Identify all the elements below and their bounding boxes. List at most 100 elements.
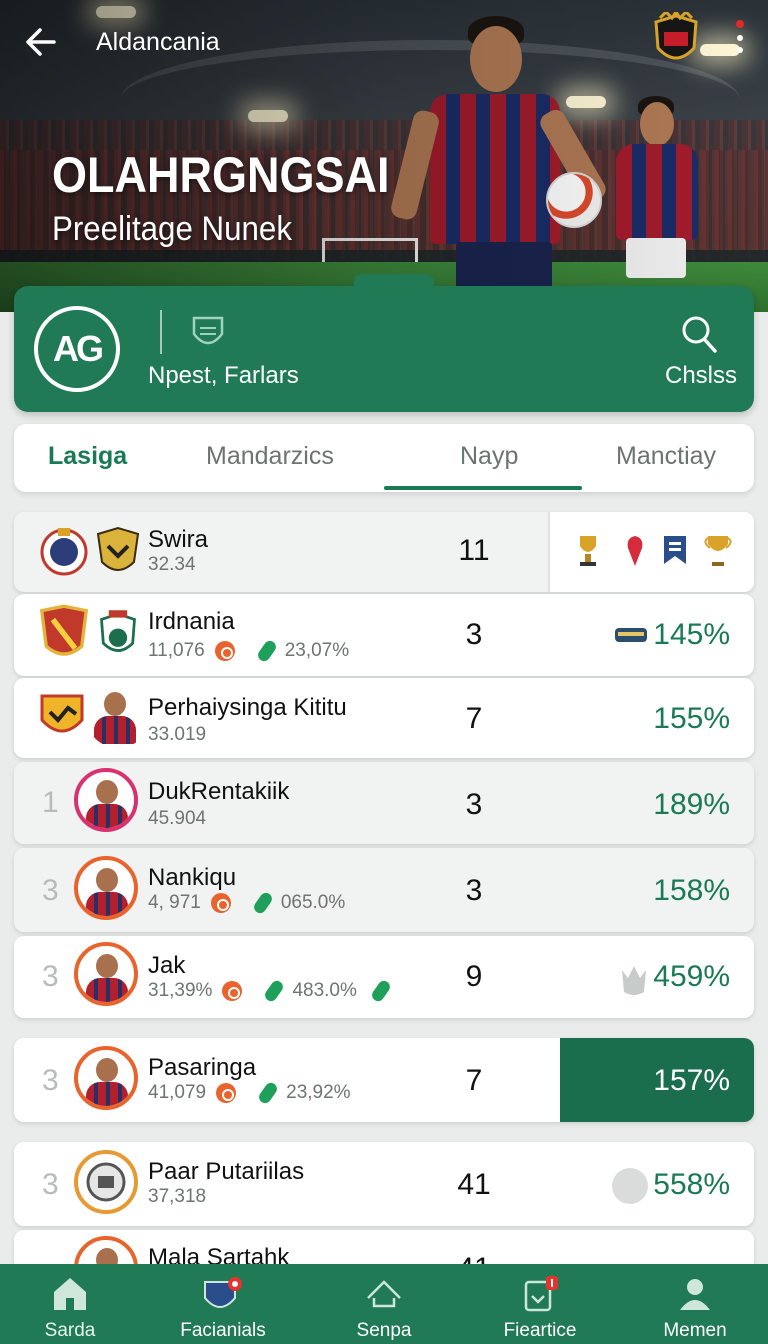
table-row[interactable]: 1 DukRentakiik 45.904 3 189%: [14, 762, 754, 844]
win-percentage: 158%: [653, 874, 730, 907]
wolf-crest-icon: [622, 966, 646, 995]
nav-item-senpa[interactable]: Senpa: [309, 1264, 459, 1344]
status-circle-icon: [612, 1168, 648, 1204]
nav-label: Fieartice: [503, 1320, 577, 1341]
match-count: 7: [465, 1064, 483, 1097]
team-crest-icon: [86, 1162, 126, 1202]
goal-icon: [216, 1083, 237, 1103]
search-icon[interactable]: [680, 314, 718, 354]
team-name: Perhaiysinga Kititu: [148, 694, 347, 721]
team-stat: 4, 971 065.0%: [148, 890, 345, 916]
team-crest-icon: [100, 610, 136, 652]
win-percentage: 145%: [653, 618, 730, 651]
table-row[interactable]: Swira 32.34 11: [14, 512, 754, 592]
nav-label: Memen: [663, 1320, 727, 1341]
team-name: DukRentakiik: [148, 778, 290, 805]
nav-item-sarda[interactable]: Sarda: [0, 1264, 145, 1344]
player-avatar: [74, 1046, 138, 1110]
team-stat: 41,079 23,92%: [148, 1080, 351, 1106]
divider: [160, 310, 162, 354]
more-menu-icon[interactable]: [730, 18, 750, 58]
match-count: 41: [457, 1168, 491, 1201]
stadium-badge-icon: [615, 628, 647, 642]
ag-logo: AG: [34, 306, 120, 392]
app-title: Aldancania: [96, 28, 220, 56]
tab-lasiga[interactable]: Lasiga: [48, 442, 127, 471]
nav-item-fieartice[interactable]: Fieartice: [465, 1264, 615, 1344]
table-row[interactable]: Perhaiysinga Kititu 33.019 7 155%: [14, 678, 754, 758]
rank-number: 3: [42, 1064, 59, 1097]
stadium-icon: [367, 1280, 401, 1308]
trend-icon: [255, 638, 278, 664]
nav-label: Facianials: [180, 1320, 266, 1341]
team-name: Paar Putariilas: [148, 1158, 305, 1185]
win-percentage: 459%: [653, 960, 730, 993]
goal-icon: [210, 893, 231, 913]
team-stat: 45.904: [148, 808, 207, 829]
table-row[interactable]: Irdnania 11,076 23,07% 3 145%: [14, 594, 754, 676]
rank-number: 3: [42, 960, 59, 993]
tab-nayp[interactable]: Nayp: [460, 442, 518, 471]
team-stat: 11,076 23,07%: [148, 638, 349, 664]
trophy-icon: [574, 534, 602, 573]
nav-label: Senpa: [356, 1320, 412, 1341]
team-crest-icon: [39, 604, 89, 656]
person-icon: [680, 1279, 710, 1310]
win-percentage: 189%: [653, 788, 730, 821]
rank-number: 3: [42, 1168, 59, 1201]
card-label: Npest, Farlars: [148, 362, 299, 389]
club-crest-icon[interactable]: [650, 12, 702, 70]
match-count: 11: [458, 534, 490, 567]
trend-icon: [256, 1080, 280, 1106]
bottom-nav: Sarda Facianials Senpa Fieartice Memen: [0, 1264, 768, 1344]
team-crest-icon: [40, 694, 84, 733]
win-percentage: 558%: [653, 1168, 730, 1201]
team-stat: 37,318: [148, 1186, 207, 1207]
home-icon: [54, 1278, 86, 1310]
match-count: 3: [465, 618, 483, 651]
team-stat: 31,39% 483.0%: [148, 978, 393, 1004]
player-avatar: [86, 684, 150, 748]
team-name: Irdnania: [148, 608, 235, 635]
search-label[interactable]: Chslss: [665, 362, 737, 390]
team-crest-icon: [40, 528, 88, 576]
nav-label: Sarda: [44, 1320, 96, 1341]
team-name: Nankiqu: [148, 864, 237, 891]
shield-icon[interactable]: [190, 314, 226, 352]
match-count: 3: [465, 788, 483, 821]
trend-icon: [251, 890, 275, 916]
match-count: 3: [465, 874, 483, 907]
top-bar: Aldancania: [0, 0, 768, 84]
team-avatar: [74, 1150, 138, 1214]
match-count: 9: [465, 960, 483, 993]
tab-mandarzics[interactable]: Mandarzics: [206, 442, 334, 471]
player-avatar: [74, 942, 138, 1006]
team-name: Pasaringa: [148, 1054, 257, 1081]
goal-icon: [222, 981, 243, 1001]
tab-manctiay[interactable]: Manctiay: [616, 442, 716, 471]
match-count: 7: [465, 702, 483, 735]
league-card: AG Npest, Farlars Chslss: [14, 274, 754, 412]
table-row[interactable]: 3 Jak 31,39% 483.0% 9 459%: [14, 936, 754, 1018]
nav-item-facianials[interactable]: Facianials: [148, 1264, 298, 1344]
cup-icon: [704, 534, 732, 573]
table-row[interactable]: 3 Nankiqu 4, 971 065.0% 3 158%: [14, 848, 754, 932]
table-row-highlighted[interactable]: 3 Pasaringa 41,079 23,92% 7 157%: [14, 1038, 754, 1122]
player-avatar: [74, 768, 138, 832]
shield-badge-icon: [204, 1277, 242, 1308]
team-stat: 33.019: [148, 724, 207, 745]
team-stat: 32.34: [148, 554, 196, 575]
hero-title: OLAHRGNGSAI: [52, 147, 390, 203]
rank-number: 1: [42, 786, 59, 819]
notice-icon: [524, 1276, 558, 1312]
nav-item-memen[interactable]: Memen: [620, 1264, 768, 1344]
player-avatar: [74, 856, 138, 920]
team-name: Jak: [148, 952, 186, 979]
team-name: Swira: [148, 526, 209, 553]
win-percentage: 155%: [653, 702, 730, 735]
table-row[interactable]: 3 Paar Putariilas 37,318 41 558%: [14, 1142, 754, 1226]
hero-subtitle: Preelitage Nunek: [52, 210, 292, 248]
rank-number: 3: [42, 874, 59, 907]
win-percentage: 157%: [653, 1064, 730, 1097]
back-arrow-icon[interactable]: [24, 24, 60, 60]
